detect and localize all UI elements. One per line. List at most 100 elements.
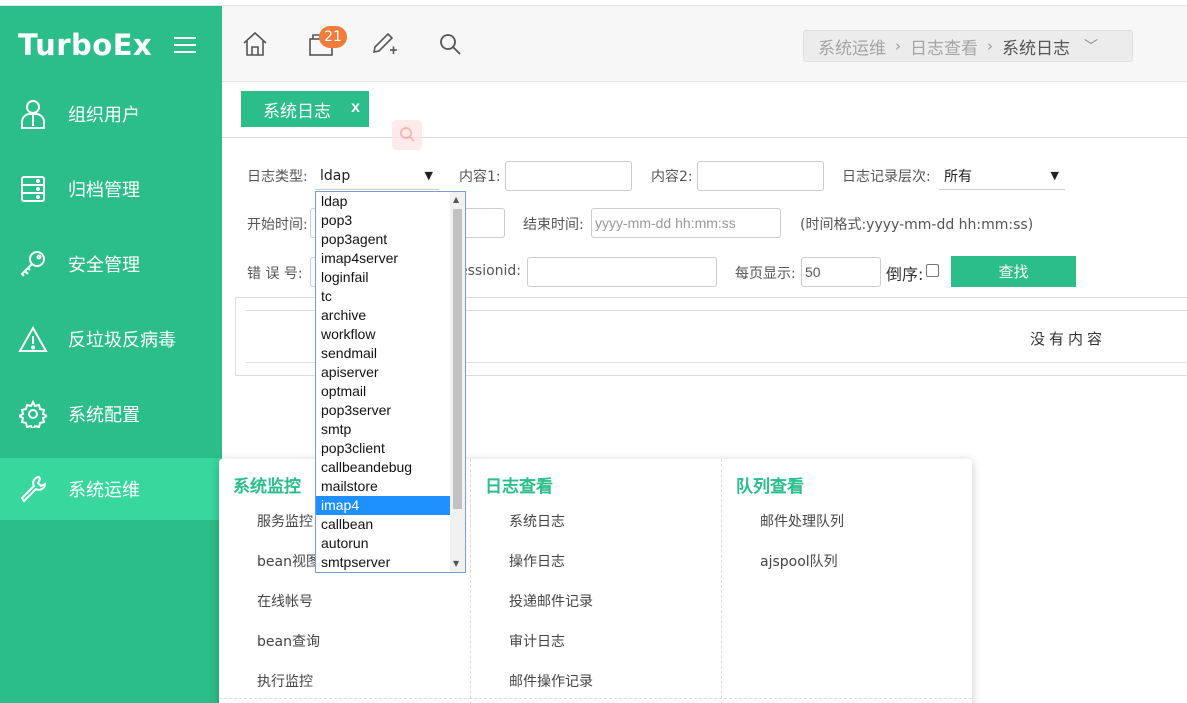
sidebar-item-ops[interactable]: 系统运维 <box>0 458 222 520</box>
log-level-select[interactable]: 所有 ▼ <box>939 162 1065 190</box>
menu-item[interactable]: bean查询 <box>257 631 320 651</box>
listbox-option[interactable]: apiserver <box>316 363 450 382</box>
listbox-option[interactable]: tc <box>316 287 450 306</box>
menu-item[interactable]: 邮件操作记录 <box>509 671 593 691</box>
sidebar-item-label: 系统运维 <box>68 480 140 501</box>
listbox-option[interactable]: loginfail <box>316 268 450 287</box>
reverse-checkbox[interactable] <box>926 264 939 277</box>
sidebar-item-label: 反垃圾反病毒 <box>68 330 176 351</box>
listbox-option[interactable]: callbean <box>316 515 450 534</box>
listbox-option[interactable]: callbeandebug <box>316 458 450 477</box>
menu-item[interactable]: 在线帐号 <box>257 591 313 611</box>
breadcrumb-item[interactable]: 系统运维 <box>818 34 886 59</box>
warning-icon <box>18 324 48 354</box>
compose-icon[interactable] <box>370 30 398 58</box>
listbox-option[interactable]: workflow <box>316 325 450 344</box>
listbox-option[interactable]: optmail <box>316 382 450 401</box>
breadcrumb-separator: › <box>895 37 901 55</box>
listbox-option[interactable]: pop3 <box>316 211 450 230</box>
sessionid-input[interactable] <box>527 257 717 287</box>
floating-search-icon[interactable] <box>392 120 422 150</box>
page-size-label: 每页显示: <box>735 266 796 282</box>
listbox-option[interactable]: sendmail <box>316 344 450 363</box>
content1-label: 内容1: <box>459 169 501 185</box>
start-time-label: 开始时间: <box>247 217 308 233</box>
menu-item[interactable]: 系统日志 <box>509 511 565 531</box>
sidebar-item-label: 组织用户 <box>68 105 140 126</box>
menu-item[interactable]: 执行监控 <box>257 671 313 691</box>
sidebar: TurboEx 组织用户 归档管理 安全管理 反垃圾反病毒 系统配置 系统运维 <box>0 6 222 703</box>
key-icon <box>18 249 48 279</box>
close-icon[interactable]: x <box>351 99 360 117</box>
tab-system-log[interactable]: 系统日志 x <box>241 91 369 127</box>
content2-label: 内容2: <box>651 169 693 185</box>
listbox-option[interactable]: pop3agent <box>316 230 450 249</box>
tab-label: 系统日志 <box>263 101 331 122</box>
listbox-option[interactable]: archive <box>316 306 450 325</box>
listbox-option[interactable]: smtp <box>316 420 450 439</box>
end-time-input[interactable]: yyyy-mm-dd hh:mm:ss <box>591 208 781 238</box>
time-format-hint: (时间格式:yyyy-mm-dd hh:mm:ss) <box>800 217 1034 233</box>
reverse-label: 倒序: <box>886 265 924 284</box>
menu-column-queues: 队列查看 邮件处理队列 ajspool队列 <box>721 459 972 703</box>
menu-column-title: 系统监控 <box>233 477 301 497</box>
scroll-down-icon[interactable]: ▼ <box>453 559 459 568</box>
log-level-value: 所有 <box>944 168 972 185</box>
sidebar-item-system-config[interactable]: 系统配置 <box>0 383 222 445</box>
search-button[interactable]: 查找 <box>951 256 1076 287</box>
listbox-option[interactable]: smtpserver <box>316 553 450 572</box>
page-size-input[interactable]: 50 <box>801 257 881 287</box>
user-icon <box>18 99 48 129</box>
search-icon[interactable] <box>436 30 464 58</box>
listbox-option[interactable]: imap4server <box>316 249 450 268</box>
error-no-label: 错 误 号: <box>247 266 303 282</box>
listbox-option[interactable]: mailstore <box>316 477 450 496</box>
home-icon[interactable] <box>241 30 269 58</box>
menu-item[interactable]: 邮件处理队列 <box>760 511 844 531</box>
tab-strip: 系统日志 x <box>222 83 1187 138</box>
chevron-down-icon[interactable]: ﹀ <box>1084 36 1098 56</box>
menu-item[interactable]: 操作日志 <box>509 551 565 571</box>
log-type-select[interactable]: ldap ▼ <box>315 162 439 190</box>
notification-badge: 21 <box>319 26 347 48</box>
sidebar-item-label: 归档管理 <box>68 180 140 201</box>
dropdown-arrow-icon: ▼ <box>1050 169 1059 182</box>
scroll-up-icon[interactable]: ▲ <box>453 195 459 204</box>
breadcrumb-current: 系统日志 <box>1002 38 1070 59</box>
sidebar-item-archive[interactable]: 归档管理 <box>0 158 222 220</box>
breadcrumb[interactable]: 系统运维 › 日志查看 › 系统日志 ﹀ <box>803 30 1133 62</box>
sessionid-label: essionid: <box>459 263 522 279</box>
listbox-option[interactable]: autorun <box>316 534 450 553</box>
menu-item[interactable]: 审计日志 <box>509 631 565 651</box>
log-type-value: ldap <box>320 167 351 184</box>
listbox-option[interactable]: imap4 <box>316 496 450 515</box>
menu-column-title: 队列查看 <box>736 477 804 497</box>
content2-input[interactable] <box>697 161 824 191</box>
breadcrumb-item[interactable]: 日志查看 <box>910 34 978 59</box>
sidebar-item-org-users[interactable]: 组织用户 <box>0 83 222 145</box>
menu-item[interactable]: 投递邮件记录 <box>509 591 593 611</box>
listbox-option[interactable]: pop3client <box>316 439 450 458</box>
wrench-icon <box>18 474 48 504</box>
listbox-option[interactable]: ldap <box>316 192 450 211</box>
log-type-label: 日志类型: <box>247 169 308 185</box>
content1-input[interactable] <box>505 161 632 191</box>
menu-item[interactable]: 服务监控 <box>257 511 313 531</box>
sidebar-item-label: 安全管理 <box>68 255 140 276</box>
menu-column-title: 日志查看 <box>485 477 553 497</box>
menu-toggle-icon[interactable] <box>174 37 196 53</box>
scrollbar[interactable]: ▲ ▼ <box>450 192 465 572</box>
menu-item[interactable]: ajspool队列 <box>760 551 838 571</box>
scrollbar-thumb[interactable] <box>453 209 462 509</box>
empty-message: 没有内容 <box>1030 330 1107 348</box>
sidebar-item-label: 系统配置 <box>68 405 140 426</box>
menu-item[interactable]: bean视图 <box>257 551 320 571</box>
sidebar-item-security[interactable]: 安全管理 <box>0 233 222 295</box>
listbox-option[interactable]: pop3server <box>316 401 450 420</box>
sidebar-item-antispam[interactable]: 反垃圾反病毒 <box>0 308 222 370</box>
log-level-label: 日志记录层次: <box>842 169 931 185</box>
menu-divider <box>219 698 972 699</box>
breadcrumb-separator: › <box>987 37 993 55</box>
gear-icon <box>18 399 48 429</box>
log-type-listbox[interactable]: ▲ ▼ ldap pop3 pop3agent imap4server loginfai… <box>315 191 466 573</box>
